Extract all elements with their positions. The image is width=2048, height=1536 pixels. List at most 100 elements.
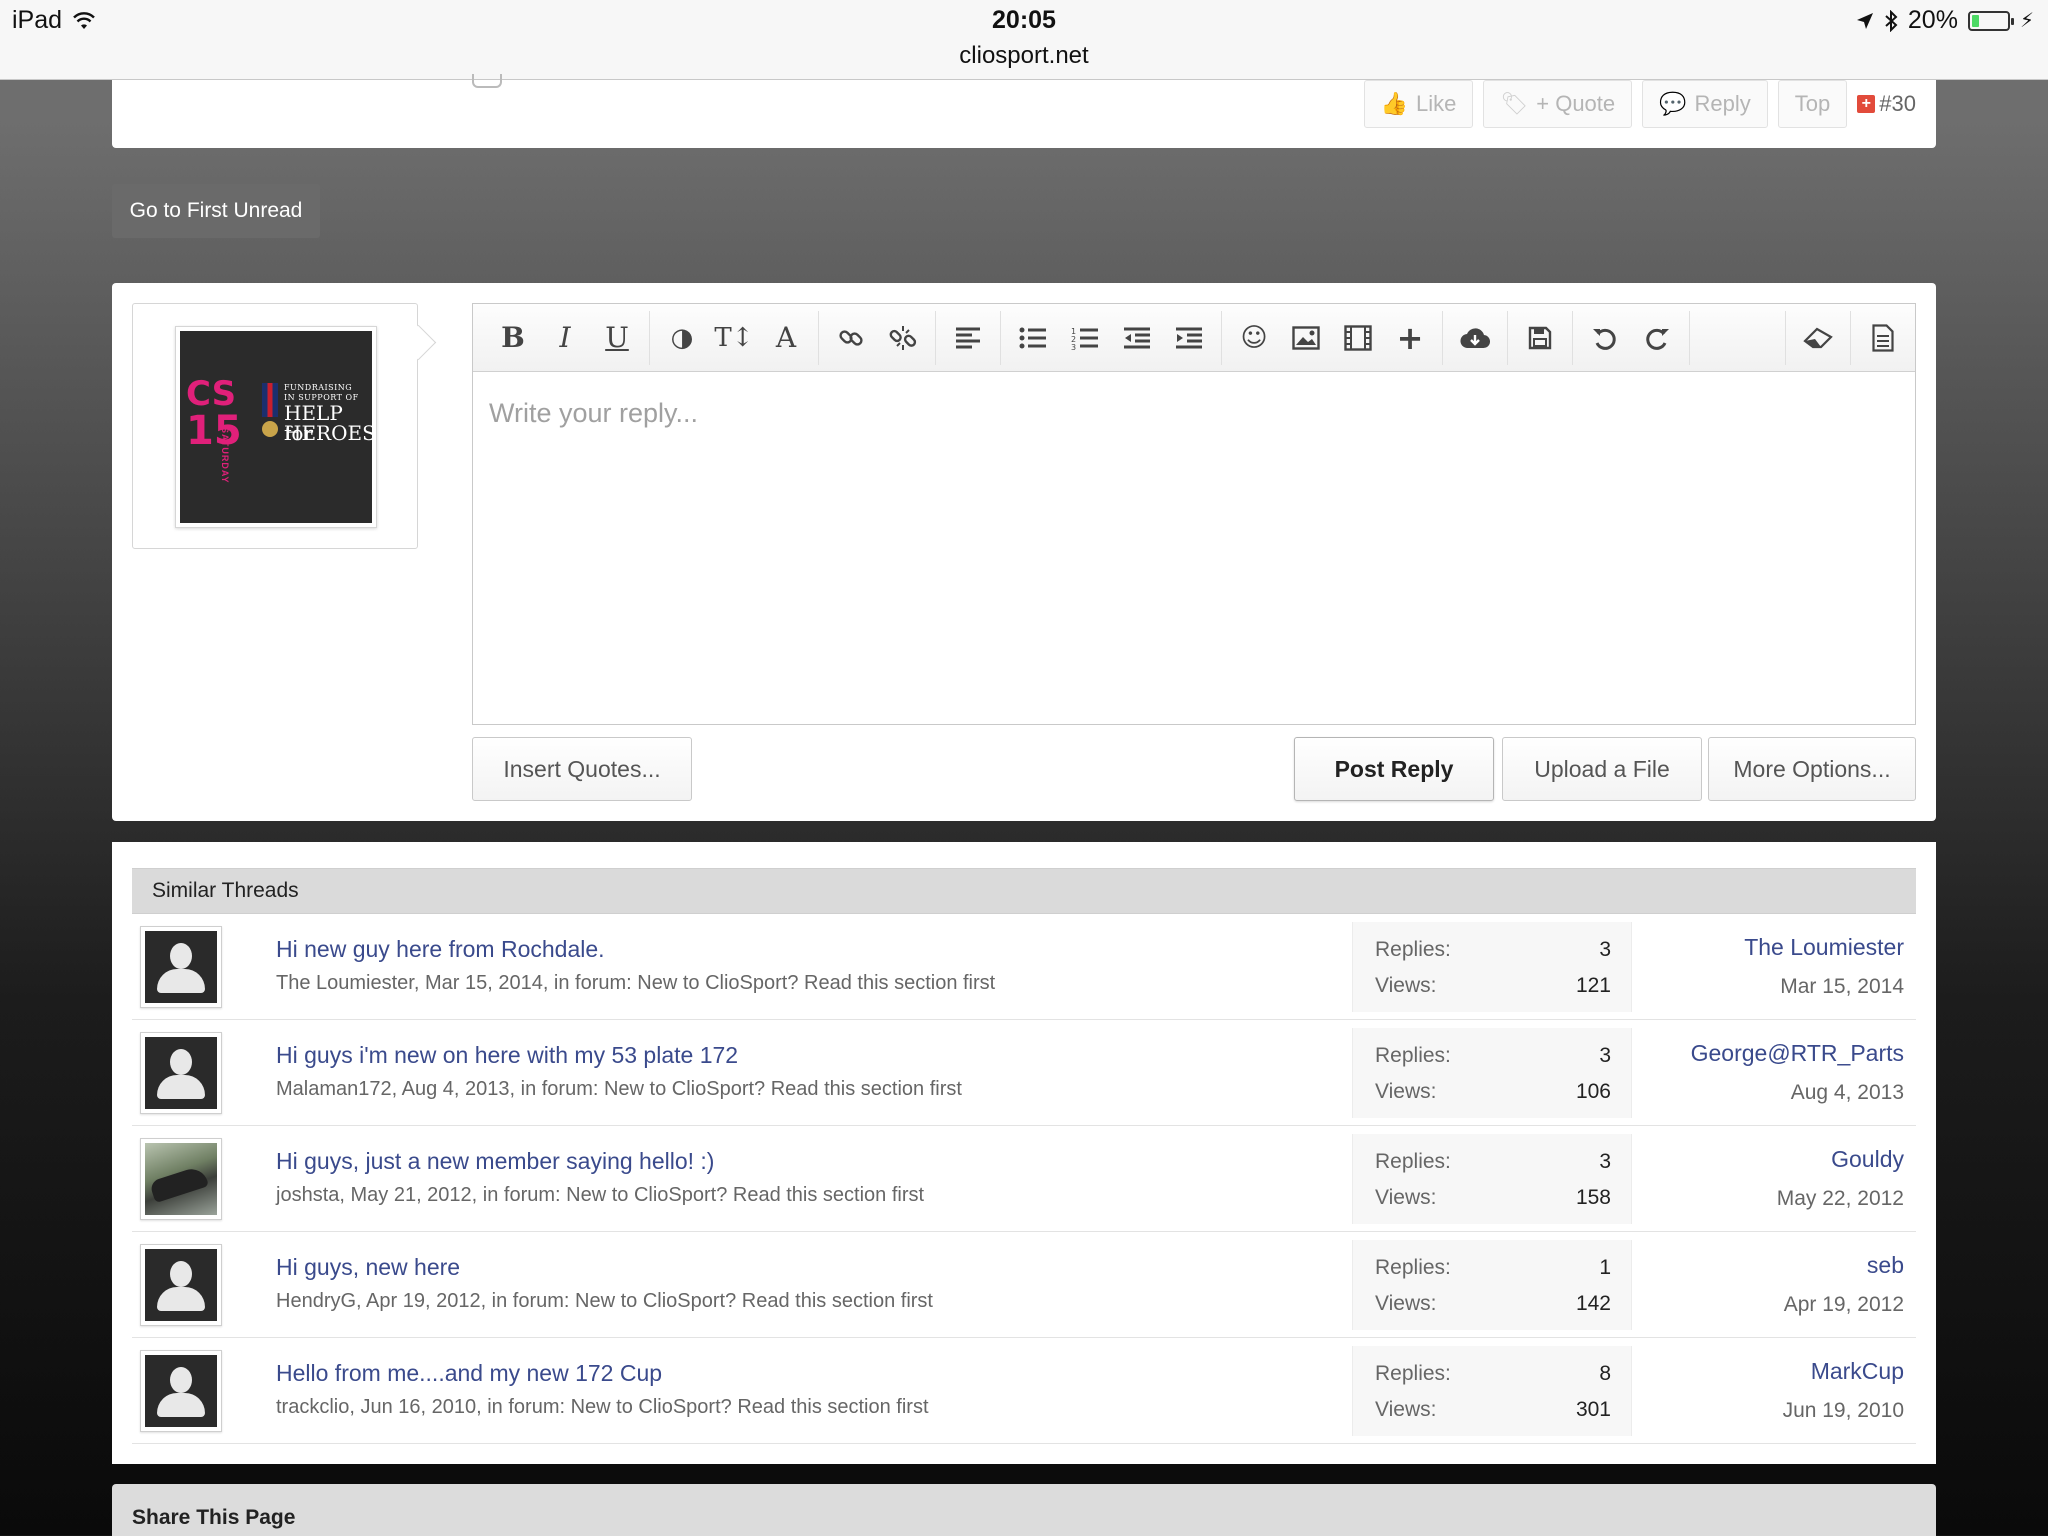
last-poster-link[interactable]: MarkCup	[1783, 1358, 1904, 1385]
url-bar[interactable]: cliosport.net	[0, 42, 2048, 70]
thread-rows: Hi new guy here from Rochdale. The Loumi…	[132, 914, 1916, 1444]
last-post-date[interactable]: Apr 19, 2012	[1784, 1293, 1904, 1317]
views-stat: Views: 301	[1375, 1398, 1611, 1422]
undo-icon[interactable]	[1579, 311, 1631, 365]
insert-more-icon[interactable]: +	[1384, 311, 1436, 365]
battery-fill	[1971, 14, 1979, 27]
smilies-icon[interactable]: ☺	[1228, 311, 1280, 365]
views-stat: Views: 106	[1375, 1080, 1611, 1104]
reply-button[interactable]: 💬 Reply	[1642, 80, 1768, 128]
thread-starter-avatar[interactable]	[140, 1244, 222, 1326]
bold-icon[interactable]: B	[487, 311, 539, 365]
post-reply-button[interactable]: Post Reply	[1294, 737, 1494, 801]
save-icon[interactable]	[1514, 311, 1566, 365]
thumbs-up-icon: 👍	[1380, 91, 1408, 116]
thread-title-link[interactable]: Hi guys i'm new on here with my 53 plate…	[276, 1042, 738, 1069]
more-options-button[interactable]: More Options...	[1708, 737, 1916, 801]
unlink-icon[interactable]	[877, 311, 929, 365]
thread-starter-avatar[interactable]	[140, 1032, 222, 1114]
reply-placeholder: Write your reply...	[489, 398, 699, 428]
last-post-date[interactable]: May 22, 2012	[1777, 1187, 1904, 1211]
thread-title-link[interactable]: Hi new guy here from Rochdale.	[276, 936, 605, 963]
post-actions: 👍 Like 🏷 + Quote 💬 Reply Top + #30	[1363, 80, 1916, 128]
thread-meta: The Loumiester, Mar 15, 2014, in forum: …	[276, 972, 996, 994]
views-count: 142	[1575, 1292, 1611, 1315]
replies-count: 3	[1599, 938, 1611, 961]
last-post-date[interactable]: Mar 15, 2014	[1744, 975, 1904, 999]
avatar-heroes: HEROES	[284, 421, 372, 445]
toolbar-group-save	[1508, 310, 1573, 365]
last-poster-link[interactable]: The Loumiester	[1744, 934, 1904, 961]
thread-title-link[interactable]: Hello from me....and my new 172 Cup	[276, 1360, 662, 1387]
last-poster-link[interactable]: Gouldy	[1777, 1146, 1904, 1173]
bulleted-list-icon[interactable]	[1007, 311, 1059, 365]
font-family-icon[interactable]: A	[760, 311, 812, 365]
car-photo	[148, 1164, 210, 1204]
numbered-list-icon[interactable]: 123	[1059, 311, 1111, 365]
battery-icon	[1967, 10, 2014, 31]
image-icon[interactable]	[1280, 311, 1332, 365]
redo-icon[interactable]	[1631, 311, 1683, 365]
default-avatar-body	[157, 1393, 205, 1417]
default-avatar-body	[157, 1075, 205, 1099]
thread-row: Hi guys i'm new on here with my 53 plate…	[132, 1020, 1916, 1126]
upload-file-button[interactable]: Upload a File	[1502, 737, 1702, 801]
quote-button[interactable]: 🏷 + Quote	[1483, 80, 1633, 128]
views-label: Views:	[1375, 1292, 1437, 1315]
last-poster-link[interactable]: seb	[1784, 1252, 1904, 1279]
thread-meta: trackclio, Jun 16, 2010, in forum: New t…	[276, 1396, 929, 1418]
remove-formatting-icon[interactable]	[1792, 311, 1844, 365]
like-label: Like	[1415, 91, 1457, 116]
outdent-icon[interactable]	[1111, 311, 1163, 365]
color-icon[interactable]: ◑	[656, 311, 708, 365]
avatar-cs-text: CS	[186, 374, 237, 414]
replies-stat: Replies: 3	[1375, 938, 1611, 962]
toolbar-group-history	[1573, 310, 1690, 365]
thread-title-link[interactable]: Hi guys, just a new member saying hello!…	[276, 1148, 714, 1175]
battery-percent: 20%	[1907, 6, 1958, 34]
link-icon[interactable]	[825, 311, 877, 365]
align-left-icon[interactable]	[942, 311, 994, 365]
thread-starter-avatar[interactable]	[140, 926, 222, 1008]
go-to-first-unread-button[interactable]: Go to First Unread	[112, 184, 320, 238]
location-icon	[1856, 12, 1873, 29]
insert-quotes-button[interactable]: Insert Quotes...	[472, 737, 692, 801]
last-poster-link[interactable]: George@RTR_Parts	[1691, 1040, 1904, 1067]
thread-starter-avatar[interactable]	[140, 1350, 222, 1432]
thread-starter-avatar[interactable]	[140, 1138, 222, 1220]
medal-icon	[262, 383, 278, 443]
views-stat: Views: 158	[1375, 1186, 1611, 1210]
reply-actions: Insert Quotes... Post Reply Upload a Fil…	[472, 737, 1916, 801]
last-post-date[interactable]: Jun 19, 2010	[1783, 1399, 1904, 1423]
avatar[interactable]: CS 15 SATURDAY FUNDRAISING IN SUPPORT OF…	[175, 326, 377, 528]
thread-title-link[interactable]: Hi guys, new here	[276, 1254, 460, 1281]
replies-label: Replies:	[1375, 1150, 1451, 1173]
last-post-info: George@RTR_Parts Aug 4, 2013	[1691, 1040, 1904, 1105]
reply-textarea[interactable]: Write your reply...	[473, 372, 1915, 724]
avatar-fundraising: FUNDRAISING IN SUPPORT OF	[284, 383, 359, 402]
views-count: 301	[1575, 1398, 1611, 1421]
replies-label: Replies:	[1375, 938, 1451, 961]
media-icon[interactable]	[1332, 311, 1384, 365]
italic-icon[interactable]: I	[539, 311, 591, 365]
font-size-icon[interactable]: T↕	[708, 311, 760, 365]
avatar-image	[145, 1143, 217, 1215]
toolbar-group-clear	[1785, 311, 1850, 365]
editor-toolbar: B I U ◑ T↕ A 1 2 3 ☺ +	[473, 304, 1915, 372]
replies-label: Replies:	[1375, 1256, 1451, 1279]
top-button[interactable]: Top	[1777, 80, 1848, 128]
avatar-number: 15	[186, 408, 242, 454]
views-label: Views:	[1375, 1080, 1437, 1103]
toolbar-right	[1785, 311, 1915, 365]
last-post-date[interactable]: Aug 4, 2013	[1691, 1081, 1904, 1105]
drafts-icon[interactable]	[1449, 311, 1501, 365]
toolbar-group-text: B I U	[481, 310, 650, 365]
indent-icon[interactable]	[1163, 311, 1215, 365]
underline-icon[interactable]: U	[591, 311, 643, 365]
default-avatar-head	[170, 1261, 192, 1287]
bbcode-toggle-icon[interactable]	[1857, 311, 1909, 365]
default-avatar-head	[170, 1049, 192, 1075]
like-button[interactable]: 👍 Like	[1363, 80, 1474, 128]
last-post-info: seb Apr 19, 2012	[1784, 1252, 1904, 1317]
post-permalink[interactable]: + #30	[1857, 91, 1916, 117]
